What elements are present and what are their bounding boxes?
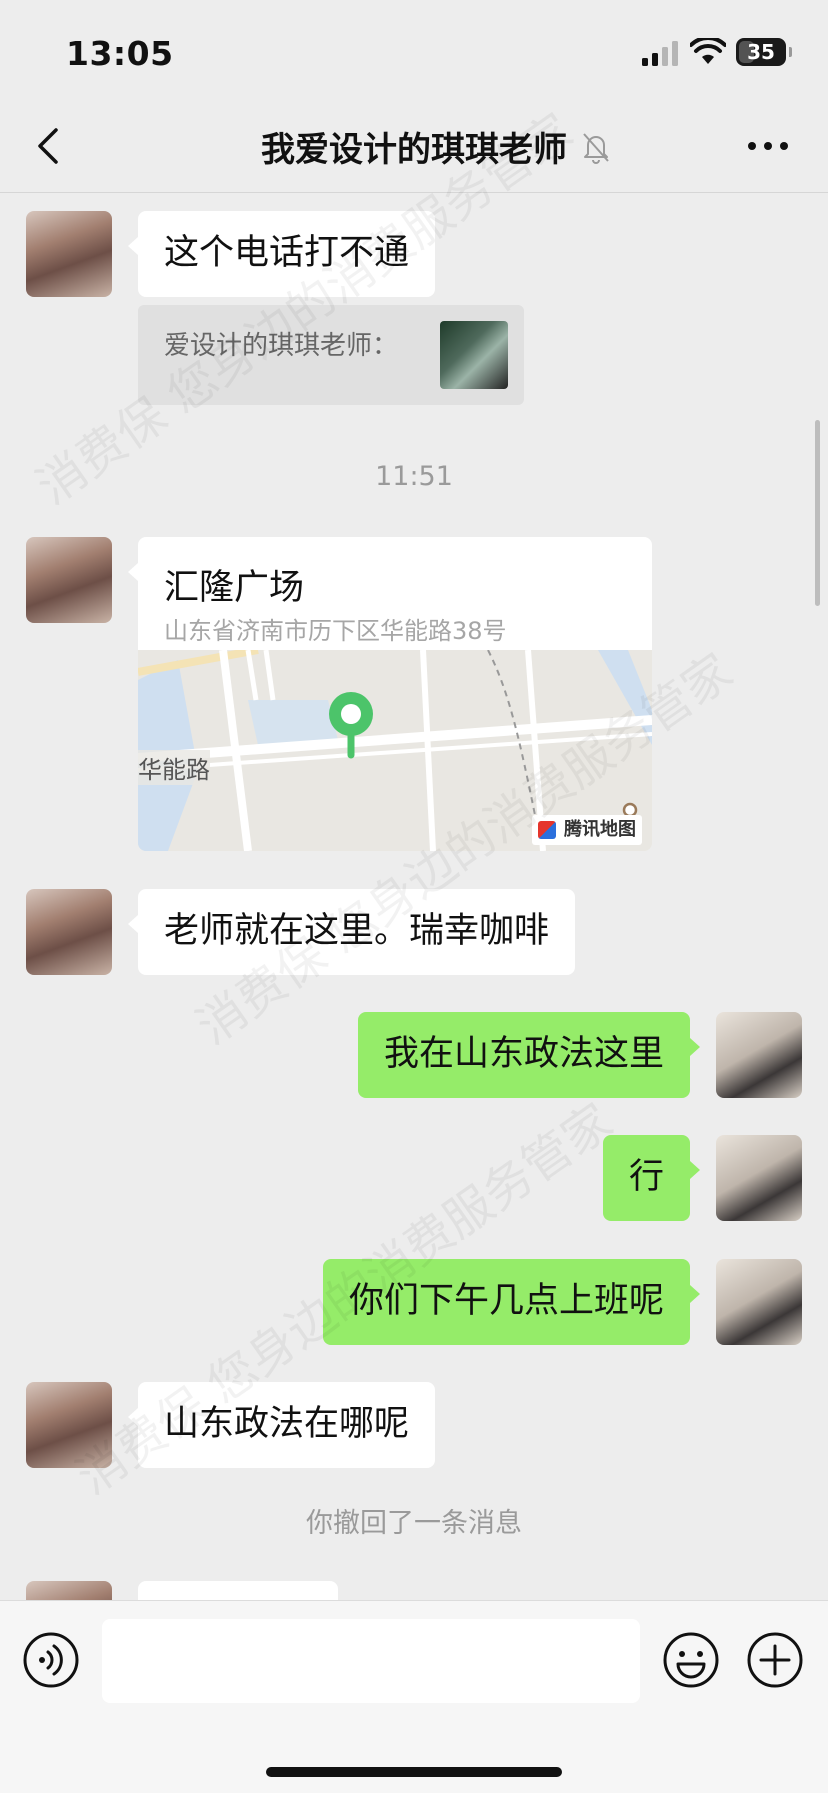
quote-thumbnail[interactable] [440,321,508,389]
avatar-contact[interactable] [26,1382,112,1468]
quoted-message[interactable]: 爱设计的琪琪老师： [138,305,524,405]
wifi-icon [690,38,726,64]
battery-percent: 35 [747,40,775,64]
quote-sender: 爱设计的琪琪老师： [164,331,399,361]
message-bubble[interactable]: 山东政法在哪呢 [138,1382,436,1468]
location-name: 汇隆广场 [164,568,305,608]
map-brand-badge: 腾讯地图 [532,815,642,845]
avatar-contact[interactable] [26,211,112,297]
map-brand-label: 腾讯地图 [564,819,636,840]
battery-icon: 35 [736,38,786,66]
message-list[interactable]: 这个电话打不通 爱设计的琪琪老师： 11:51 汇隆广场 山东省济南市历下区华能… [0,193,828,1600]
message-input[interactable] [102,1619,640,1703]
avatar-self[interactable] [716,1259,802,1345]
status-time: 13:05 [66,34,174,73]
battery-tip [789,47,792,57]
map-road-label: 华能路 [138,750,210,785]
avatar-contact[interactable] [26,1581,112,1600]
bubble-tail [128,1408,138,1426]
map-preview[interactable]: 华能路 腾讯地图 [138,650,652,851]
bubble-tail [128,915,138,933]
input-bar [0,1600,828,1793]
status-bar: 13:05 35 [0,0,828,100]
more-dots-icon[interactable] [744,124,792,168]
bubble-tail [128,237,138,255]
voice-icon[interactable] [22,1631,80,1689]
bell-slash-icon [583,133,609,164]
message-bubble-self[interactable]: 我在山东政法这里 [357,1012,690,1098]
chat-header: 我爱设计的琪琪老师 [0,100,828,193]
avatar-contact[interactable] [26,889,112,975]
message-bubble[interactable]: 这个电话打不通 [138,211,436,297]
timestamp: 11:51 [375,461,453,492]
avatar-self[interactable] [716,1012,802,1098]
chat-title: 我爱设计的琪琪老师 [261,130,567,170]
message-bubble[interactable]: 老师就在这里。瑞幸咖啡 [138,889,576,975]
location-address: 山东省济南市历下区华能路38号 [164,617,507,645]
message-bubble-partial[interactable] [138,1581,338,1600]
scrollbar[interactable] [815,420,820,606]
signal-icon [642,41,678,66]
recall-notice: 你撤回了一条消息 [306,1508,522,1539]
tencent-map-logo-icon [538,821,556,839]
avatar-self[interactable] [716,1135,802,1221]
bubble-tail [690,1285,700,1303]
home-indicator[interactable] [266,1767,562,1777]
message-bubble-self[interactable]: 你们下午几点上班呢 [322,1259,690,1345]
bubble-tail [128,563,138,581]
smiley-icon[interactable] [662,1631,720,1689]
plus-circle-icon[interactable] [746,1631,804,1689]
message-bubble-self[interactable]: 行 [602,1135,690,1221]
bubble-tail [690,1161,700,1179]
location-card[interactable]: 汇隆广场 山东省济南市历下区华能路38号 华能路 腾讯地图 [138,537,652,851]
bubble-tail [690,1038,700,1056]
avatar-contact[interactable] [26,537,112,623]
